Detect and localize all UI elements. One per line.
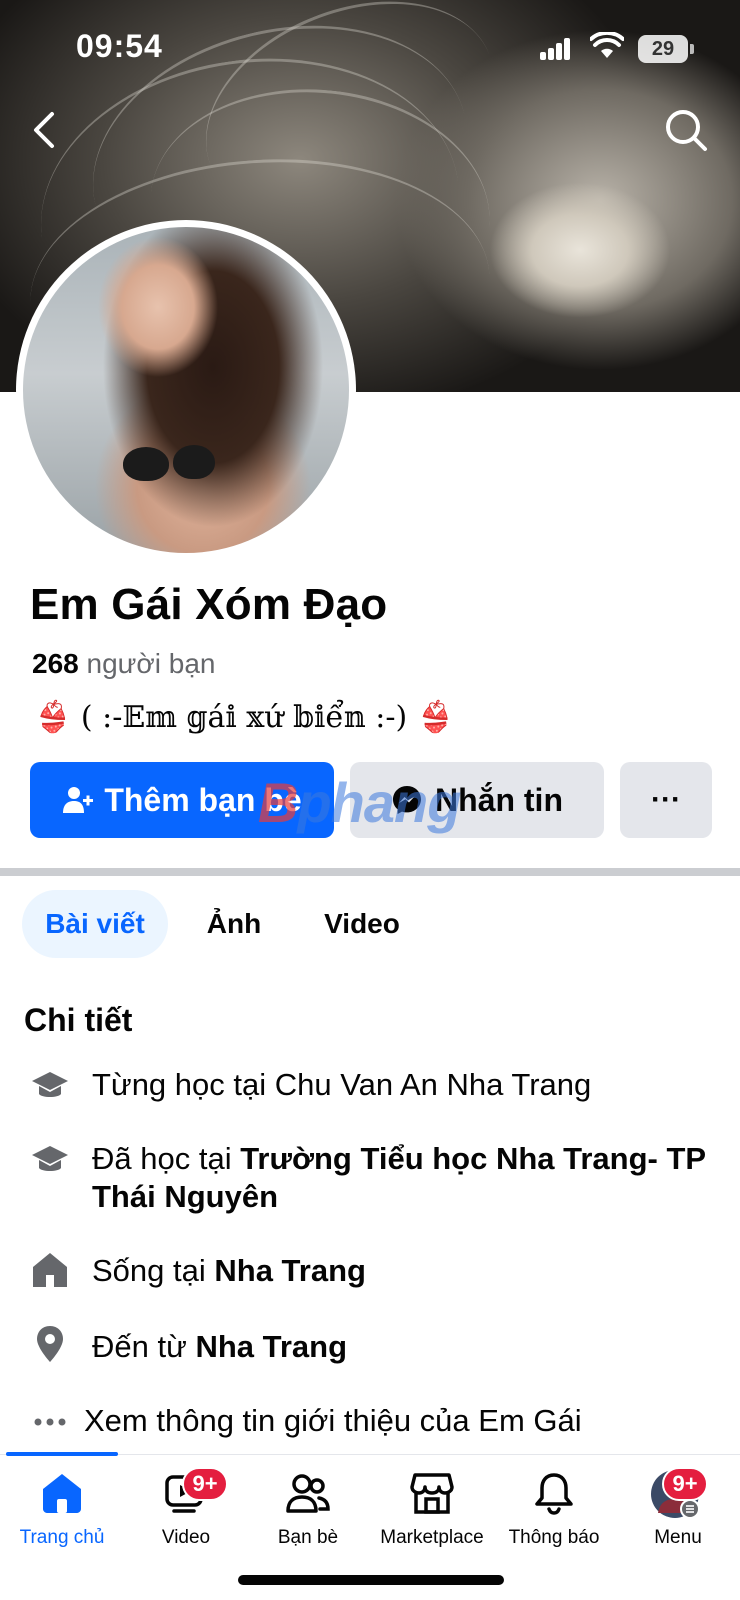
battery-tip [690,44,694,54]
profile-avatar[interactable] [16,220,356,560]
nav-home-label: Trang chủ [19,1527,105,1548]
cellular-signal-icon [540,38,570,60]
section-divider [0,868,740,876]
graduation-cap-icon [32,1072,68,1097]
nav-friends[interactable]: Bạn bè [246,1455,370,1565]
tab-videos[interactable]: Video [300,890,424,958]
video-badge: 9+ [182,1467,228,1501]
detail-link[interactable]: Nha Trang [195,1329,347,1364]
tab-photos-label: Ảnh [206,908,262,939]
detail-link[interactable]: Nha Trang [214,1253,366,1288]
home-icon [33,1253,67,1287]
tab-photos[interactable]: Ảnh [188,890,280,958]
detail-text: Đã học tại [92,1141,241,1176]
nav-notifications-label: Thông báo [508,1527,600,1548]
detail-item: Từng học tại Chu Van An Nha Trang [92,1066,591,1104]
add-friend-icon [63,787,94,813]
more-icon: ··· [651,783,681,816]
nav-menu-label: Menu [654,1527,702,1548]
status-bar: 09:54 29 [0,0,740,100]
friends-count[interactable]: 268 người bạn [32,648,215,680]
detail-item: Đã học tại Trường Tiểu học Nha Trang- TP… [92,1140,722,1216]
graduation-cap-icon [32,1146,68,1171]
avatar-detail [123,447,169,481]
nav-video-label: Video [161,1527,211,1548]
avatar-detail [173,445,215,479]
messenger-icon [393,786,421,814]
home-indicator[interactable] [238,1575,504,1585]
friends-count-number: 268 [32,648,79,679]
search-icon[interactable] [662,106,710,154]
detail-text: Đến từ [92,1329,196,1364]
status-time: 09:54 [76,28,163,64]
avatar-photo [23,227,349,553]
tab-posts[interactable]: Bài viết [22,890,168,958]
bio-emoji-right: 👙 [416,700,455,735]
wifi-icon [590,32,624,58]
see-about-info-link[interactable]: Xem thông tin giới thiệu của Em Gái [84,1402,582,1440]
see-about-info-label: Xem thông tin giới thiệu của Em Gái [84,1403,582,1438]
nav-notifications[interactable]: Thông báo [492,1455,616,1565]
friends-icon [286,1474,330,1513]
marketplace-icon [410,1473,454,1514]
home-icon [43,1474,81,1513]
nav-home[interactable]: Trang chủ [0,1455,124,1565]
menu-badge: 9+ [662,1467,708,1501]
nav-marketplace[interactable]: Marketplace [370,1455,494,1565]
battery-icon: 29 [638,35,688,63]
bio-text: ( :-𝔼𝕞 𝕘á𝕚 𝕩ứ 𝕓𝕚ể𝕟 :-) [71,700,417,735]
profile-bio: 👙 ( :-𝔼𝕞 𝕘á𝕚 𝕩ứ 𝕓𝕚ể𝕟 :-) 👙 [34,700,454,735]
message-button[interactable]: Nhắn tin [350,762,604,838]
nav-menu[interactable]: 9+ Menu [616,1455,740,1565]
detail-text: Từng học tại Chu Van An Nha Trang [92,1067,592,1102]
location-pin-icon [37,1326,63,1362]
bio-emoji-left: 👙 [34,700,72,735]
back-icon[interactable] [22,106,70,154]
nav-friends-label: Bạn bè [277,1527,339,1548]
more-options-button[interactable]: ··· [620,762,712,838]
tab-posts-label: Bài viết [45,908,145,939]
detail-item: Đến từ Nha Trang [92,1328,347,1366]
profile-name: Em Gái Xóm Đạo [30,580,388,629]
nav-video[interactable]: 9+ Video [124,1455,248,1565]
add-friend-button[interactable]: Thêm bạn bè [30,762,334,838]
bell-icon [535,1473,573,1515]
friends-count-label: người bạn [86,648,216,679]
add-friend-label: Thêm bạn bè [104,781,302,818]
message-label: Nhắn tin [435,781,563,818]
tab-videos-label: Video [324,908,400,939]
more-dots-icon [34,1418,66,1426]
detail-text: Sống tại [92,1253,215,1288]
nav-marketplace-label: Marketplace [380,1527,484,1548]
details-title: Chi tiết [24,1002,133,1038]
detail-item: Sống tại Nha Trang [92,1252,366,1290]
